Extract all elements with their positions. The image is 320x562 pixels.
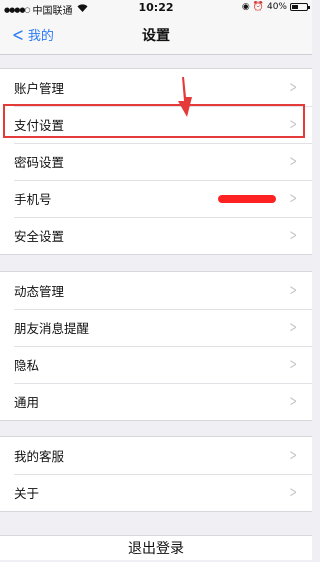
- row-moments-management[interactable]: 动态管理 >: [0, 272, 312, 309]
- row-account-management[interactable]: 账户管理 >: [0, 69, 312, 106]
- row-general[interactable]: 通用 >: [0, 383, 312, 420]
- chevron-left-icon: <: [11, 23, 24, 46]
- row-label: 手机号: [14, 192, 52, 207]
- chevron-right-icon: >: [289, 115, 298, 133]
- row-label: 朋友消息提醒: [14, 321, 90, 336]
- row-password-settings[interactable]: 密码设置 >: [0, 143, 312, 180]
- alarm-icon: ⏰: [252, 2, 264, 12]
- row-label: 动态管理: [14, 284, 65, 299]
- back-button[interactable]: < 我的: [10, 25, 54, 44]
- row-label: 密码设置: [14, 155, 65, 170]
- row-label: 隐私: [14, 358, 40, 373]
- chevron-right-icon: >: [289, 318, 298, 336]
- row-label: 关于: [14, 486, 40, 501]
- back-label: 我的: [27, 29, 54, 44]
- row-label: 我的客服: [14, 449, 65, 464]
- settings-group-account: 账户管理 > 支付设置 > 密码设置 > 手机号 > 安全设置 >: [0, 68, 312, 255]
- row-payment-settings[interactable]: 支付设置 >: [0, 106, 312, 143]
- row-security-settings[interactable]: 安全设置 >: [0, 217, 312, 254]
- orientation-lock-icon: ◉: [241, 2, 250, 12]
- row-label: 安全设置: [14, 229, 65, 244]
- row-privacy[interactable]: 隐私 >: [0, 346, 312, 383]
- battery-percent: 40%: [266, 2, 287, 12]
- redaction-mark: [218, 195, 276, 203]
- settings-group-social: 动态管理 > 朋友消息提醒 > 隐私 > 通用 >: [0, 271, 312, 421]
- chevron-right-icon: >: [289, 483, 298, 501]
- chevron-right-icon: >: [289, 189, 298, 207]
- settings-group-support: 我的客服 > 关于 >: [0, 436, 312, 512]
- chevron-right-icon: >: [289, 392, 298, 410]
- navigation-bar: < 我的 设置: [0, 16, 312, 55]
- row-customer-service[interactable]: 我的客服 >: [0, 437, 312, 474]
- chevron-right-icon: >: [289, 78, 298, 96]
- annotation-arrow-icon: [178, 77, 192, 117]
- chevron-right-icon: >: [289, 281, 298, 299]
- chevron-right-icon: >: [289, 226, 298, 244]
- chevron-right-icon: >: [289, 446, 298, 464]
- status-bar: ●●●●○ 中国联通 10:22 ◉ ⏰ 40%: [0, 0, 312, 17]
- row-label: 通用: [14, 395, 40, 410]
- row-about[interactable]: 关于 >: [0, 474, 312, 511]
- row-friend-message-reminder[interactable]: 朋友消息提醒 >: [0, 309, 312, 346]
- logout-button[interactable]: 退出登录: [0, 535, 312, 560]
- row-label: 支付设置: [14, 118, 65, 133]
- chevron-right-icon: >: [289, 152, 298, 170]
- row-label: 账户管理: [14, 81, 65, 96]
- battery-icon: [290, 3, 310, 11]
- chevron-right-icon: >: [289, 355, 298, 373]
